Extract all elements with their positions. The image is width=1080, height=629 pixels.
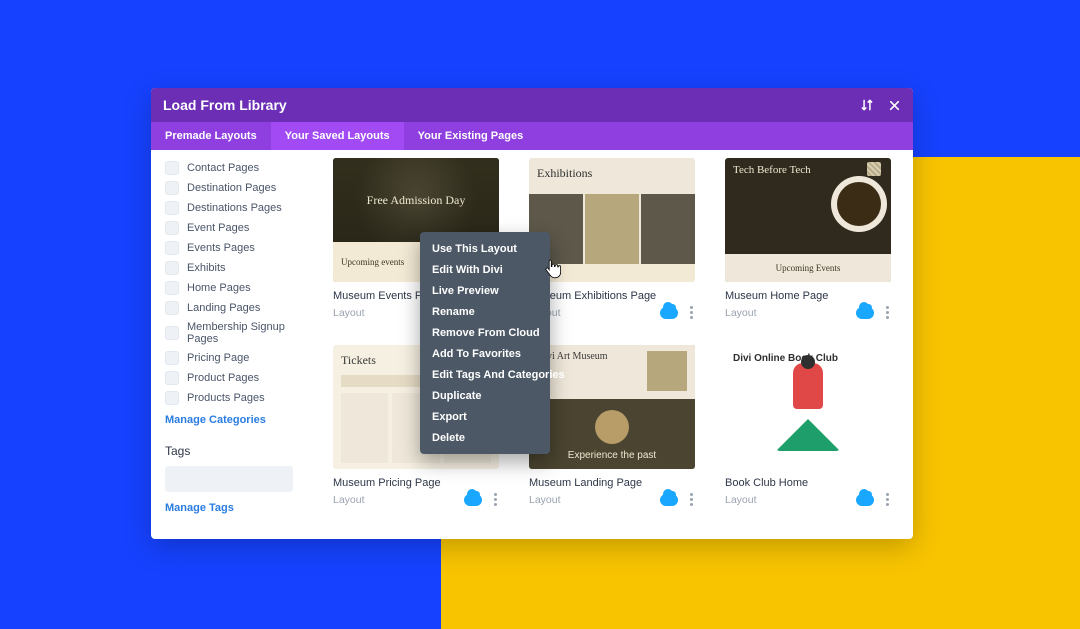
cloud-icon	[856, 494, 874, 506]
sidebar: Contact Pages Destination Pages Destinat…	[151, 150, 333, 539]
tab-your-saved-layouts[interactable]: Your Saved Layouts	[271, 122, 404, 150]
context-menu-edit-tags-and-categories[interactable]: Edit Tags And Categories	[420, 364, 550, 385]
category-label: Exhibits	[187, 262, 226, 274]
checkbox-icon[interactable]	[165, 301, 179, 315]
category-membership-signup-pages[interactable]: Membership Signup Pages	[165, 318, 319, 348]
layout-card-museum-exhibitions[interactable]: Exhibitions Museum Exhibitions Page Layo…	[529, 158, 695, 321]
context-menu-remove-from-cloud[interactable]: Remove From Cloud	[420, 322, 550, 343]
manage-categories-link[interactable]: Manage Categories	[165, 414, 319, 426]
category-pricing-page[interactable]: Pricing Page	[165, 348, 319, 368]
category-label: Home Pages	[187, 282, 251, 294]
modal-title: Load From Library	[163, 97, 287, 113]
tags-heading: Tags	[165, 444, 319, 458]
thumb-strip-text: Upcoming Events	[725, 254, 891, 282]
category-contact-pages[interactable]: Contact Pages	[165, 158, 319, 178]
thumb-title: Tech Before Tech	[733, 164, 811, 176]
checkbox-icon[interactable]	[165, 281, 179, 295]
context-menu-live-preview[interactable]: Live Preview	[420, 280, 550, 301]
category-destinations-pages[interactable]: Destinations Pages	[165, 198, 319, 218]
layout-card-title: Museum Exhibitions Page	[529, 290, 695, 302]
category-events-pages[interactable]: Events Pages	[165, 238, 319, 258]
cloud-icon	[660, 494, 678, 506]
context-menu-delete[interactable]: Delete	[420, 427, 550, 448]
category-label: Landing Pages	[187, 302, 260, 314]
category-label: Destinations Pages	[187, 202, 282, 214]
layout-card-meta: Layout	[333, 307, 365, 319]
checkbox-icon[interactable]	[165, 326, 179, 340]
modal-tabs: Premade Layouts Your Saved Layouts Your …	[151, 122, 913, 150]
modal-title-actions	[860, 98, 901, 112]
checkbox-icon[interactable]	[165, 241, 179, 255]
layout-thumbnail[interactable]: Divi Online Book Club	[725, 345, 891, 469]
kebab-icon[interactable]	[884, 304, 891, 321]
layout-thumbnail[interactable]: Tech Before Tech Upcoming Events	[725, 158, 891, 282]
layout-card-meta: Layout	[725, 307, 757, 319]
layout-thumbnail[interactable]: Divi Art Museum Experience the past	[529, 345, 695, 469]
tab-your-existing-pages[interactable]: Your Existing Pages	[404, 122, 538, 150]
thumb-hero-text: Free Admission Day	[367, 193, 466, 208]
layout-card-title: Book Club Home	[725, 477, 891, 489]
layout-card-title: Museum Home Page	[725, 290, 891, 302]
thumb-title: Tickets	[341, 353, 376, 368]
layout-card-meta: Layout	[725, 494, 757, 506]
cloud-icon	[856, 307, 874, 319]
tags-input[interactable]	[165, 466, 293, 492]
category-label: Contact Pages	[187, 162, 259, 174]
checkbox-icon[interactable]	[165, 221, 179, 235]
sort-icon[interactable]	[860, 98, 874, 112]
checkbox-icon[interactable]	[165, 201, 179, 215]
kebab-icon[interactable]	[688, 491, 695, 508]
thumb-title: Exhibitions	[537, 166, 592, 181]
cloud-icon	[660, 307, 678, 319]
tab-premade-layouts[interactable]: Premade Layouts	[151, 122, 271, 150]
category-label: Pricing Page	[187, 352, 249, 364]
category-landing-pages[interactable]: Landing Pages	[165, 298, 319, 318]
category-label: Events Pages	[187, 242, 255, 254]
context-menu-add-to-favorites[interactable]: Add To Favorites	[420, 343, 550, 364]
close-icon[interactable]	[888, 99, 901, 112]
checkbox-icon[interactable]	[165, 351, 179, 365]
context-menu-use-this-layout[interactable]: Use This Layout	[420, 238, 550, 259]
category-label: Products Pages	[187, 392, 265, 404]
checkbox-icon[interactable]	[165, 181, 179, 195]
kebab-icon[interactable]	[884, 491, 891, 508]
kebab-icon[interactable]	[688, 304, 695, 321]
layout-card-title: Museum Pricing Page	[333, 477, 499, 489]
manage-tags-link[interactable]: Manage Tags	[165, 502, 319, 514]
category-exhibits[interactable]: Exhibits	[165, 258, 319, 278]
modal-titlebar: Load From Library	[151, 88, 913, 122]
category-event-pages[interactable]: Event Pages	[165, 218, 319, 238]
category-home-pages[interactable]: Home Pages	[165, 278, 319, 298]
checkbox-icon[interactable]	[165, 261, 179, 275]
context-menu-edit-with-divi[interactable]: Edit With Divi	[420, 259, 550, 280]
context-menu-export[interactable]: Export	[420, 406, 550, 427]
category-label: Membership Signup Pages	[187, 321, 319, 345]
category-label: Product Pages	[187, 372, 259, 384]
layout-card-meta: Layout	[529, 494, 561, 506]
thumb-bottom-text: Experience the past	[568, 450, 656, 461]
layout-card-book-club-home[interactable]: Divi Online Book Club Book Club Home Lay…	[725, 345, 891, 508]
context-menu: Use This Layout Edit With Divi Live Prev…	[420, 232, 550, 454]
checkbox-icon[interactable]	[165, 391, 179, 405]
category-label: Destination Pages	[187, 182, 276, 194]
grid-icon	[867, 162, 881, 176]
category-product-pages[interactable]: Product Pages	[165, 368, 319, 388]
layout-card-museum-home[interactable]: Tech Before Tech Upcoming Events Museum …	[725, 158, 891, 321]
category-destination-pages[interactable]: Destination Pages	[165, 178, 319, 198]
category-label: Event Pages	[187, 222, 249, 234]
context-menu-rename[interactable]: Rename	[420, 301, 550, 322]
kebab-icon[interactable]	[492, 491, 499, 508]
checkbox-icon[interactable]	[165, 161, 179, 175]
checkbox-icon[interactable]	[165, 371, 179, 385]
layout-card-meta: Layout	[333, 494, 365, 506]
layout-card-title: Museum Landing Page	[529, 477, 695, 489]
category-products-pages[interactable]: Products Pages	[165, 388, 319, 408]
cursor-pointer-icon	[545, 259, 561, 279]
cloud-icon	[464, 494, 482, 506]
context-menu-duplicate[interactable]: Duplicate	[420, 385, 550, 406]
